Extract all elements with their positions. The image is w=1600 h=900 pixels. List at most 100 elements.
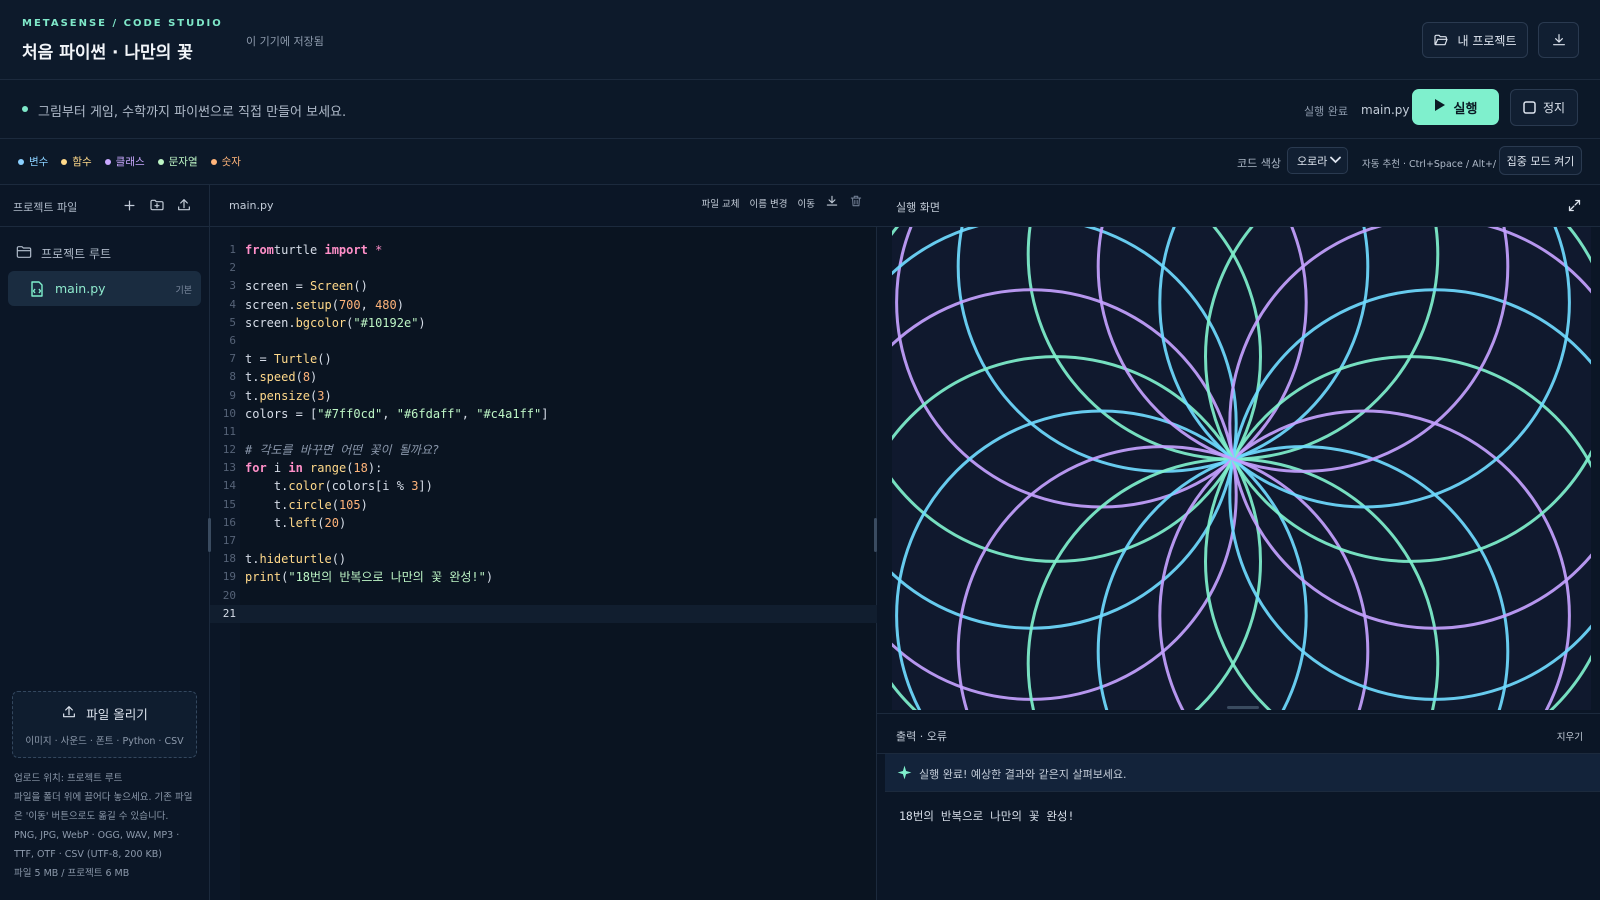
code-token: left: [288, 515, 318, 530]
python-file-icon: [30, 281, 44, 300]
legend-item: 문자열: [157, 154, 198, 169]
theme-select[interactable]: 오로라: [1287, 147, 1348, 174]
code-line[interactable]: 1 fromturtle import *: [210, 241, 877, 259]
code-token: speed: [259, 370, 296, 385]
code-line[interactable]: 12 # 각도를 바꾸면 어떤 꽃이 될까요?: [210, 441, 877, 459]
focus-mode-button[interactable]: 집중 모드 켜기: [1499, 146, 1582, 175]
file-item-main-py[interactable]: main.py 기본: [8, 271, 201, 306]
chevron-down-icon: [1330, 154, 1341, 167]
code-line[interactable]: 5 screen.bgcolor("#10192e"): [210, 314, 877, 332]
upload-icon[interactable]: [176, 197, 192, 216]
code-line[interactable]: 14 t.color(colors[i % 3]): [210, 477, 877, 495]
code-line[interactable]: 16 t.left(20): [210, 514, 877, 532]
flower-circle: [1026, 457, 1440, 710]
line-number: 17: [222, 534, 236, 547]
theme-value: 오로라: [1297, 154, 1328, 168]
code-token: circle: [288, 497, 332, 512]
run-status: 실행 완료: [1304, 105, 1348, 118]
code-area[interactable]: 1 fromturtle import * 2 3 screen = Screen() 4…: [210, 241, 877, 623]
code-text: t = Turtle(): [245, 350, 332, 368]
trash-icon[interactable]: [849, 194, 863, 211]
canvas-title: 실행 화면: [896, 201, 940, 214]
run-button[interactable]: 실행: [1412, 89, 1499, 125]
console-success-banner: 실행 완료! 예상한 결과와 같은지 살펴보세요.: [885, 754, 1600, 792]
canvas-header: 실행 화면: [877, 185, 1600, 227]
canvas-resize-handle[interactable]: [1227, 706, 1259, 709]
code-line[interactable]: 9 t.pensize(3): [210, 387, 877, 405]
code-token: ): [338, 515, 347, 530]
code-token: screen.: [245, 297, 296, 312]
expand-icon[interactable]: [1567, 198, 1582, 216]
code-token: print: [245, 570, 282, 585]
new-folder-icon[interactable]: [149, 197, 165, 216]
code-token: ): [310, 370, 318, 385]
sidebar-resize-handle[interactable]: [208, 518, 211, 552]
code-line[interactable]: 13 for i in range(18):: [210, 459, 877, 477]
default-file-badge: 기본: [175, 286, 192, 296]
code-token: "#7ff0cd": [317, 406, 383, 421]
line-number: 8: [229, 370, 236, 384]
code-line[interactable]: 4 screen.setup(700, 480): [210, 296, 877, 314]
code-line[interactable]: 8 t.speed(8): [210, 368, 877, 386]
code-line[interactable]: 10 colors = ["#7ff0cd", "#6fdaff", "#c4a1…: [210, 405, 877, 423]
code-line[interactable]: 2: [210, 259, 877, 277]
rename-file-button[interactable]: 이름 변경: [750, 196, 788, 210]
console-title: 출력 · 오류: [896, 730, 947, 743]
new-file-icon[interactable]: [122, 198, 137, 216]
line-number: 10: [222, 406, 236, 420]
legend-dot: [104, 158, 111, 165]
code-token: # 각도를 바꾸면 어떤 꽃이 될까요?: [245, 443, 440, 458]
code-token: range: [302, 461, 347, 476]
editor-header: main.py 파일 교체 이름 변경 이동: [210, 185, 877, 227]
code-token: ,: [360, 297, 376, 312]
turtle-canvas[interactable]: [892, 227, 1591, 710]
code-token: turtle: [273, 243, 325, 257]
code-line[interactable]: 15 t.circle(105): [210, 496, 877, 514]
download-file-icon[interactable]: [825, 194, 839, 211]
upload-icon: [61, 704, 77, 723]
line-number: 3: [229, 279, 236, 293]
clear-console-button[interactable]: 지우기: [1557, 729, 1583, 743]
intro-banner: 그림부터 게임, 수학까지 파이썬으로 직접 만들어 보세요. 실행 완료 ma…: [0, 80, 1600, 139]
line-number: 16: [222, 515, 236, 529]
code-token: 480: [375, 297, 397, 312]
code-line[interactable]: 18 t.hideturtle(): [210, 550, 877, 568]
code-token: in: [288, 461, 303, 476]
tree-root-folder[interactable]: 프로젝트 루트: [16, 245, 111, 262]
code-token: (: [295, 370, 303, 385]
code-token: import: [324, 243, 368, 257]
code-line[interactable]: 20: [210, 587, 877, 605]
upload-info-line: 업로드 위치: 프로젝트 루트: [14, 773, 123, 784]
line-number: 5: [229, 315, 236, 329]
upload-info-line: PNG, JPG, WebP · OGG, WAV, MP3 ·: [14, 830, 180, 841]
my-projects-button[interactable]: 내 프로젝트: [1422, 22, 1528, 58]
code-token: color: [288, 479, 325, 494]
code-line[interactable]: 17: [210, 532, 877, 550]
code-token: ]: [541, 406, 549, 421]
stop-button[interactable]: 정지: [1510, 89, 1578, 126]
code-text: t.speed(8): [245, 368, 317, 386]
legend-dot: [18, 158, 24, 165]
code-token: ,: [461, 406, 477, 421]
code-editor: main.py 파일 교체 이름 변경 이동 1 fromturtle impor…: [208, 185, 877, 900]
legend-item: 클래스: [104, 154, 145, 169]
code-text: t.color(colors[i % 3]): [245, 477, 433, 495]
download-project-button[interactable]: [1538, 22, 1579, 58]
flower-circle: [1228, 288, 1591, 701]
upload-dropzone[interactable]: 파일 올리기 이미지 · 사운드 · 폰트 · Python · CSV: [12, 691, 197, 758]
replace-file-button[interactable]: 파일 교체: [702, 196, 740, 210]
editor-file-tab[interactable]: main.py: [229, 199, 273, 212]
line-number: 21: [222, 606, 236, 620]
code-line[interactable]: 11: [210, 423, 877, 441]
code-line[interactable]: 3 screen = Screen(): [210, 277, 877, 295]
move-file-button[interactable]: 이동: [798, 196, 815, 210]
code-line[interactable]: 6: [210, 332, 877, 350]
code-line[interactable]: 21: [210, 604, 877, 623]
code-token: t.: [245, 479, 289, 494]
syntax-legend: 변수 함수 클래스 문자열 숫자: [18, 154, 241, 169]
code-line[interactable]: 19 print("18번의 반복으로 나만의 꽃 완성!"): [210, 568, 877, 586]
legend-item: 변수: [18, 154, 48, 169]
code-token: ): [324, 388, 332, 403]
code-line[interactable]: 7 t = Turtle(): [210, 350, 877, 368]
code-text: # 각도를 바꾸면 어떤 꽃이 될까요?: [245, 441, 439, 459]
